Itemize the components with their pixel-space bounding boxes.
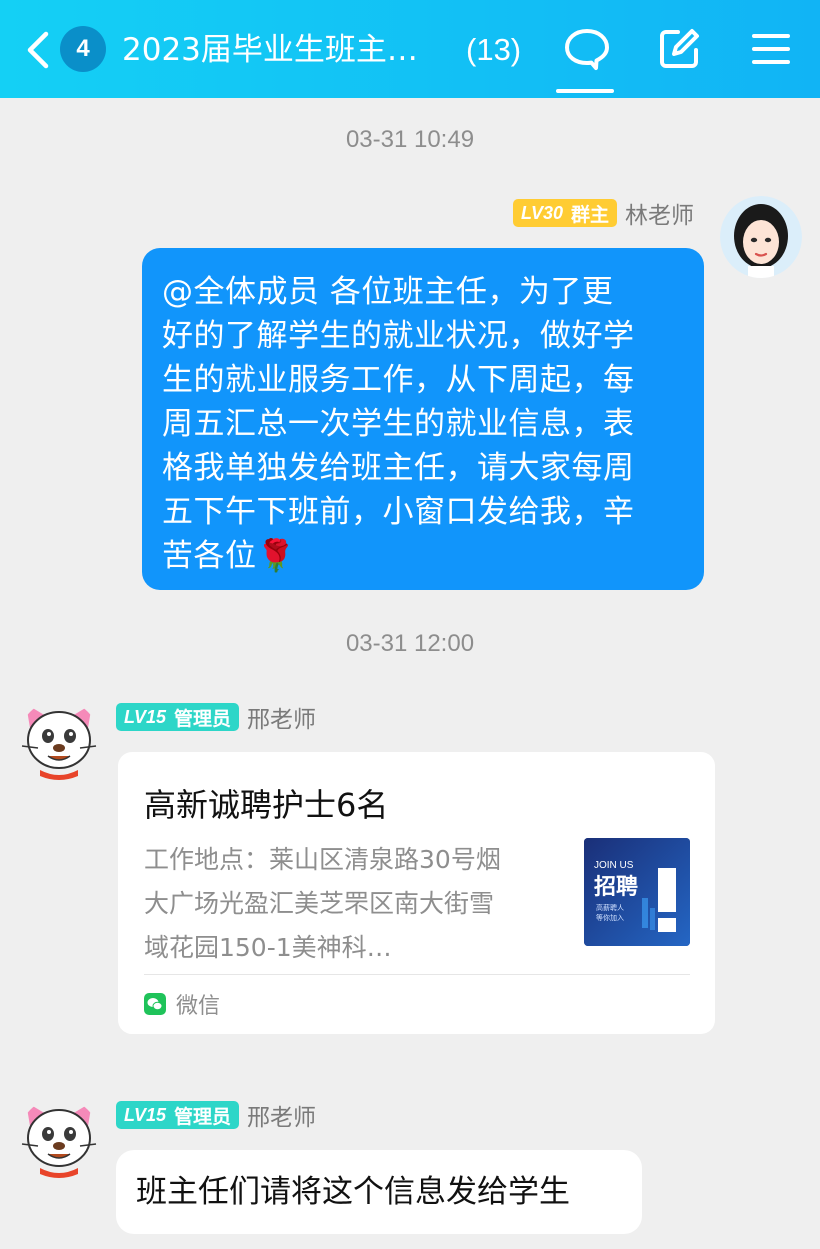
message-timestamp: 03-31 10:49 bbox=[345, 126, 475, 153]
card-desc-line: 工作地点：莱山区清泉路30号烟 bbox=[144, 845, 501, 874]
cat-avatar-icon bbox=[21, 1102, 97, 1178]
menu-button[interactable] bbox=[746, 24, 796, 74]
level-badge: LV15 管理员 bbox=[116, 703, 240, 731]
back-button[interactable]: 4 bbox=[22, 24, 132, 74]
recruit-poster-image: JOIN US 招聘 高薪聘人 等你加入 bbox=[584, 838, 690, 946]
thumb-text: 等你加入 bbox=[596, 913, 624, 922]
role-text: 群主 bbox=[570, 203, 609, 226]
chat-header: 4 2023届毕业生班主… (13) bbox=[0, 0, 820, 98]
message-line: 好的了解学生的就业状况，做好学 bbox=[162, 318, 635, 354]
level-text: LV15 bbox=[124, 706, 167, 727]
avatar[interactable] bbox=[18, 700, 100, 782]
message-line: 格我单独发给班主任，请大家每周 bbox=[162, 450, 635, 486]
sender-name[interactable]: 林老师 bbox=[625, 196, 694, 230]
thumb-text: 招聘 bbox=[594, 875, 638, 900]
message-bubble[interactable]: 班主任们请将这个信息发给学生 bbox=[116, 1150, 642, 1234]
member-count: (13) bbox=[466, 32, 522, 67]
card-thumbnail: JOIN US 招聘 高薪聘人 等你加入 bbox=[584, 838, 690, 946]
card-source-label: 微信 bbox=[176, 994, 221, 1019]
share-card[interactable]: 高新诚聘护士6名 工作地点：莱山区清泉路30号烟 大广场光盈汇美芝罘区南大街雪 … bbox=[118, 752, 715, 1034]
card-divider bbox=[144, 974, 690, 975]
card-title: 高新诚聘护士6名 bbox=[144, 786, 389, 824]
level-text: LV15 bbox=[124, 1104, 167, 1125]
chevron-left-icon bbox=[27, 31, 49, 69]
message-line: @全体成员 各位班主任，为了更 bbox=[162, 274, 614, 310]
level-text: LV30 bbox=[520, 202, 563, 223]
avatar[interactable] bbox=[18, 1098, 100, 1180]
sender-name[interactable]: 邢老师 bbox=[247, 1098, 316, 1132]
avatar[interactable] bbox=[720, 196, 802, 278]
message-line: 五下午下班前，小窗口发给我，辛 bbox=[162, 494, 635, 530]
active-tab-indicator bbox=[556, 89, 614, 93]
level-badge: LV15 管理员 bbox=[116, 1101, 240, 1129]
sender-info: LV15 管理员 邢老师 bbox=[116, 700, 316, 734]
level-badge: LV30 群主 bbox=[512, 199, 617, 227]
chat-tab-button[interactable] bbox=[562, 24, 612, 74]
group-title[interactable]: 2023届毕业生班主… bbox=[122, 28, 442, 72]
card-desc-line: 大广场光盈汇美芝罘区南大街雪 bbox=[144, 889, 495, 918]
role-text: 管理员 bbox=[174, 1105, 232, 1128]
card-source: 微信 bbox=[144, 988, 220, 1020]
message-timestamp: 03-31 12:00 bbox=[345, 630, 475, 657]
message-line: 周五汇总一次学生的就业信息，表 bbox=[162, 406, 635, 442]
menu-icon bbox=[752, 34, 790, 64]
edit-icon bbox=[660, 29, 699, 68]
unread-badge: 4 bbox=[60, 26, 106, 72]
sender-name[interactable]: 邢老师 bbox=[247, 700, 316, 734]
message-line: 生的就业服务工作，从下周起，每 bbox=[162, 362, 635, 398]
sender-info: LV15 管理员 邢老师 bbox=[116, 1098, 316, 1132]
cat-avatar-icon bbox=[21, 704, 97, 780]
card-description: 工作地点：莱山区清泉路30号烟 大广场光盈汇美芝罘区南大街雪 域花园150-1美… bbox=[144, 838, 554, 970]
sender-info: LV30 群主 林老师 bbox=[512, 196, 694, 230]
edit-button[interactable] bbox=[654, 24, 704, 74]
role-text: 管理员 bbox=[174, 707, 232, 730]
message-line: 苦各位🌹 bbox=[162, 538, 296, 574]
wechat-icon bbox=[144, 993, 166, 1015]
message-bubble[interactable]: @全体成员 各位班主任，为了更 好的了解学生的就业状况，做好学 生的就业服务工作… bbox=[142, 248, 704, 590]
card-desc-line: 域花园150-1美神科… bbox=[144, 933, 392, 962]
thumb-text: 高薪聘人 bbox=[596, 903, 624, 912]
woman-avatar-icon bbox=[720, 196, 802, 278]
chat-bubble-icon bbox=[565, 29, 609, 70]
thumb-text: JOIN US bbox=[594, 860, 634, 871]
